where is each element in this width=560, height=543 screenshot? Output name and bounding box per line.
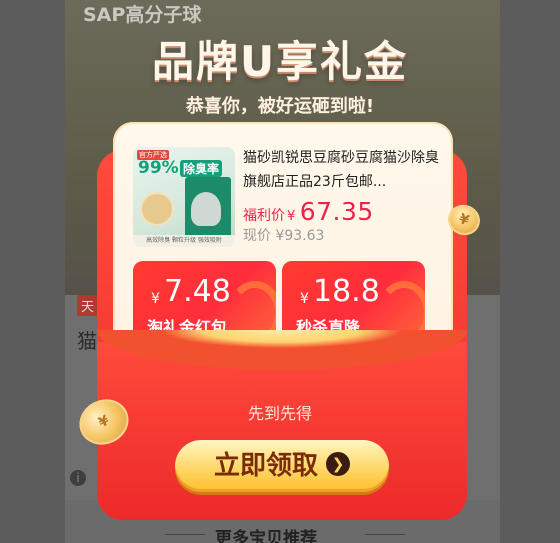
section-title: 更多宝贝推荐 — [215, 529, 317, 543]
image-percent: 99% — [138, 158, 179, 178]
background-tmall-badge: 天 — [77, 295, 99, 316]
welfare-price-label: 福利价 — [243, 208, 285, 224]
current-price: ¥93.63 — [275, 228, 325, 244]
coupon-currency: ¥ — [300, 291, 309, 307]
welfare-price: 67.35 — [299, 197, 374, 226]
product-title[interactable]: 猫砂凯锐思豆腐砂豆腐猫沙除臭旗舰店正品23斤包邮... — [243, 146, 443, 194]
claim-button-label: 立即领取 — [213, 451, 318, 481]
info-icon: i — [70, 470, 86, 486]
claim-button[interactable]: 立即领取 ❯ — [175, 440, 389, 492]
section-divider-left — [165, 534, 205, 535]
coupon-currency: ¥ — [151, 291, 160, 307]
background-title-char: 猫 — [77, 329, 97, 353]
popup-headline: 品牌U享礼金 — [151, 37, 409, 86]
coupon-amount: 18.8 — [313, 274, 380, 309]
welfare-currency: ¥ — [287, 209, 296, 224]
image-removal-label: 除臭率 — [180, 160, 223, 177]
coupon-amount: 7.48 — [164, 274, 231, 309]
current-price-row: 现价 ¥93.63 — [243, 225, 324, 245]
popup-subline: 恭喜你，被好运砸到啦! — [185, 96, 375, 117]
image-footer: 高效除臭 颗粒升级 强效吸附 — [133, 235, 235, 247]
product-image[interactable]: 官方严选 99% 除臭率 高效除臭 颗粒升级 强效吸附 — [133, 147, 235, 247]
image-badge-circle — [140, 192, 174, 226]
arrow-right-circle-icon: ❯ — [326, 452, 350, 476]
first-come-text: 先到先得 — [247, 404, 312, 423]
image-cat — [191, 192, 221, 226]
current-price-label: 现价 — [243, 228, 271, 244]
background-brand: SAP高分子球 — [83, 4, 202, 26]
section-divider-right — [365, 534, 405, 535]
